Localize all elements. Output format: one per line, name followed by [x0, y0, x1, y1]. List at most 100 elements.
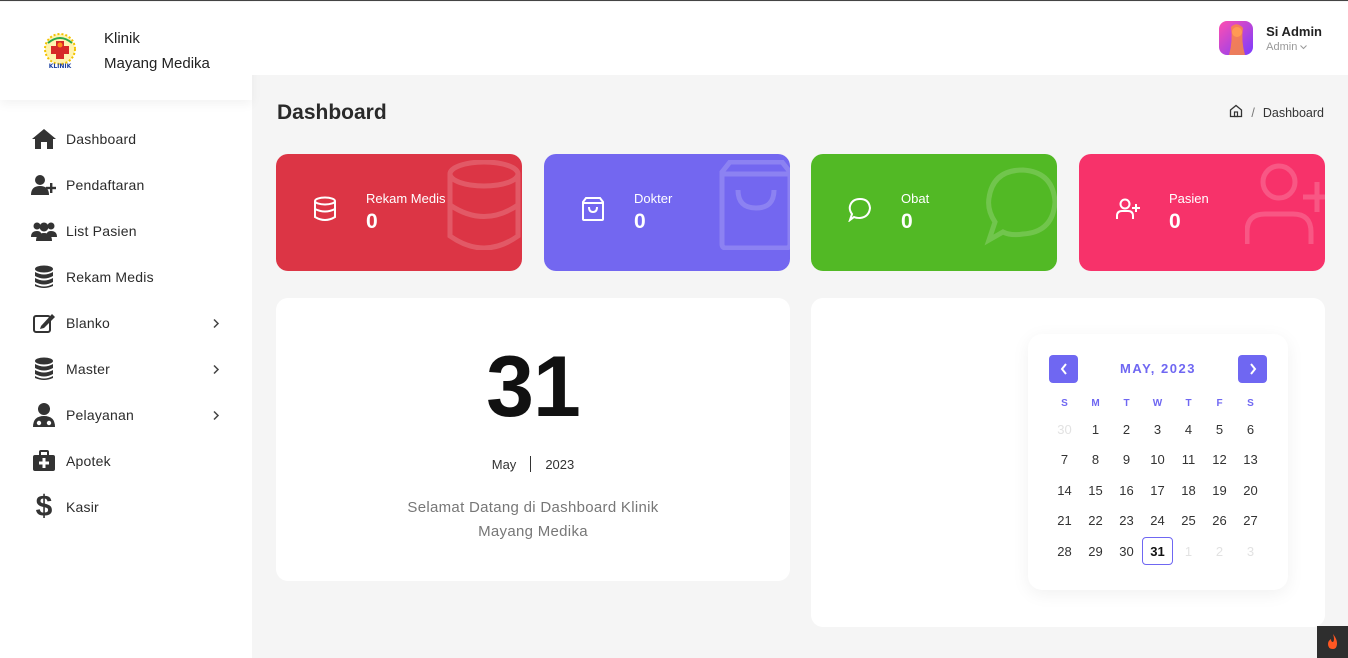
fire-button[interactable]: [1317, 626, 1348, 658]
sidebar: KLINIK Klinik Mayang Medika Dashboard Pe…: [0, 2, 252, 658]
calendar-weekday: W: [1152, 398, 1163, 409]
calendar-day[interactable]: 22: [1080, 506, 1111, 537]
shopping-bag-icon: [719, 160, 790, 250]
calendar-day-number: 26: [1212, 513, 1227, 529]
calendar-day[interactable]: 23: [1111, 506, 1142, 537]
calendar-day[interactable]: 1: [1080, 414, 1111, 445]
calendar-day-number: 3: [1153, 421, 1162, 437]
sidebar-item-master[interactable]: Master: [0, 346, 252, 392]
calendar-day-number: 21: [1057, 513, 1072, 529]
home-icon: [30, 126, 58, 152]
calendar-day[interactable]: 11: [1173, 445, 1204, 476]
sidebar-item-blanko[interactable]: Blanko: [0, 300, 252, 346]
calendar-day[interactable]: 8: [1080, 445, 1111, 476]
database-icon: [447, 160, 521, 250]
stat-label: Rekam Medis: [366, 191, 446, 206]
brand-line-2: Mayang Medika: [104, 55, 210, 72]
calendar-day[interactable]: 15: [1080, 475, 1111, 506]
calendar-day[interactable]: 9: [1111, 445, 1142, 476]
calendar-day[interactable]: 3: [1235, 536, 1266, 567]
calendar-day[interactable]: 20: [1235, 475, 1266, 506]
calendar-day-number: 17: [1150, 482, 1165, 498]
calendar-day-today[interactable]: 31: [1142, 536, 1173, 567]
calendar-day[interactable]: 19: [1204, 475, 1235, 506]
calendar-day-number: 7: [1060, 452, 1069, 468]
stat-card-dokter[interactable]: Dokter 0: [544, 154, 790, 271]
sidebar-item-label: Kasir: [66, 499, 99, 515]
calendar-day[interactable]: 4: [1173, 414, 1204, 445]
stat-card-rekam-medis[interactable]: Rekam Medis 0: [276, 154, 522, 271]
current-month: May: [491, 456, 517, 472]
home-icon[interactable]: [1229, 104, 1243, 121]
calendar-day[interactable]: 12: [1204, 445, 1235, 476]
calendar-day-number: 27: [1243, 513, 1258, 529]
calendar-day[interactable]: 1: [1173, 536, 1204, 567]
sidebar-item-kasir[interactable]: $ Kasir: [0, 484, 252, 530]
calendar-day[interactable]: 2: [1204, 536, 1235, 567]
calendar-day-number: 20: [1243, 482, 1258, 498]
current-day: 31: [486, 339, 581, 435]
calendar-weekday: M: [1091, 398, 1100, 409]
calendar-day[interactable]: 18: [1173, 475, 1204, 506]
calendar-day[interactable]: 6: [1235, 414, 1266, 445]
user-profile[interactable]: Si Admin Admin: [1219, 21, 1322, 55]
sidebar-item-rekam-medis[interactable]: Rekam Medis: [0, 254, 252, 300]
page-title: Dashboard: [277, 101, 387, 124]
sidebar-item-list-pasien[interactable]: List Pasien: [0, 208, 252, 254]
calendar-day-number: 16: [1119, 482, 1134, 498]
calendar-day[interactable]: 13: [1235, 445, 1266, 476]
sidebar-item-apotek[interactable]: Apotek: [0, 438, 252, 484]
calendar-day[interactable]: 29: [1080, 536, 1111, 567]
calendar-day[interactable]: 30: [1111, 536, 1142, 567]
calendar-day[interactable]: 17: [1142, 475, 1173, 506]
calendar-day[interactable]: 21: [1049, 506, 1080, 537]
flame-icon: [1327, 634, 1337, 649]
welcome-line-2: Mayang Medika: [478, 523, 588, 540]
calendar-day[interactable]: 10: [1142, 445, 1173, 476]
sidebar-item-pendaftaran[interactable]: Pendaftaran: [0, 162, 252, 208]
shopping-bag-icon: [582, 197, 604, 221]
brand[interactable]: KLINIK Klinik Mayang Medika: [0, 2, 252, 100]
calendar-day[interactable]: 25: [1173, 506, 1204, 537]
stat-card-pasien[interactable]: Pasien 0: [1079, 154, 1325, 271]
user-plus-icon: [1116, 198, 1140, 219]
sidebar-item-pelayanan[interactable]: Pelayanan: [0, 392, 252, 438]
calendar-day[interactable]: 26: [1204, 506, 1235, 537]
sidebar-item-dashboard[interactable]: Dashboard: [0, 116, 252, 162]
calendar-day[interactable]: 30: [1049, 414, 1080, 445]
chevron-right-icon: [1249, 363, 1256, 375]
chevron-down-icon: [1300, 44, 1308, 49]
user-role-text: Admin: [1266, 40, 1298, 53]
calendar-weekday: T: [1123, 398, 1130, 409]
avatar: [1219, 21, 1254, 55]
calendar-day[interactable]: 7: [1049, 445, 1080, 476]
calendar-day[interactable]: 14: [1049, 475, 1080, 506]
current-month-year: May 2023: [276, 456, 790, 472]
calendar-day[interactable]: 16: [1111, 475, 1142, 506]
stat-label: Obat: [901, 191, 930, 206]
sidebar-item-label: Master: [66, 361, 110, 377]
stat-card-obat[interactable]: Obat 0: [811, 154, 1057, 271]
calendar-day[interactable]: 3: [1142, 414, 1173, 445]
calendar-day-number: 10: [1150, 452, 1165, 468]
calendar-day[interactable]: 24: [1142, 506, 1173, 537]
calendar-day[interactable]: 27: [1235, 506, 1266, 537]
top-header: Si Admin Admin: [252, 2, 1348, 75]
calendar-day[interactable]: 5: [1204, 414, 1235, 445]
calendar-day-number: 5: [1215, 421, 1224, 437]
sidebar-item-label: Pelayanan: [66, 407, 134, 423]
calendar-day[interactable]: 2: [1111, 414, 1142, 445]
calendar-day-number: 2: [1122, 421, 1131, 437]
calendar-day-number: 29: [1088, 543, 1103, 559]
calendar-day-number: 15: [1088, 482, 1103, 498]
next-month-button[interactable]: [1238, 355, 1267, 383]
calendar-day[interactable]: 28: [1049, 536, 1080, 567]
user-name: Si Admin: [1266, 23, 1322, 39]
breadcrumb: / Dashboard: [1229, 104, 1324, 121]
sidebar-item-label: Apotek: [66, 453, 111, 469]
calendar-day-number: 13: [1243, 452, 1258, 468]
divider: [530, 456, 532, 472]
calendar-day-number: 31: [1142, 537, 1173, 566]
calendar-day-number: 9: [1122, 452, 1131, 468]
stat-label: Dokter: [634, 191, 673, 206]
